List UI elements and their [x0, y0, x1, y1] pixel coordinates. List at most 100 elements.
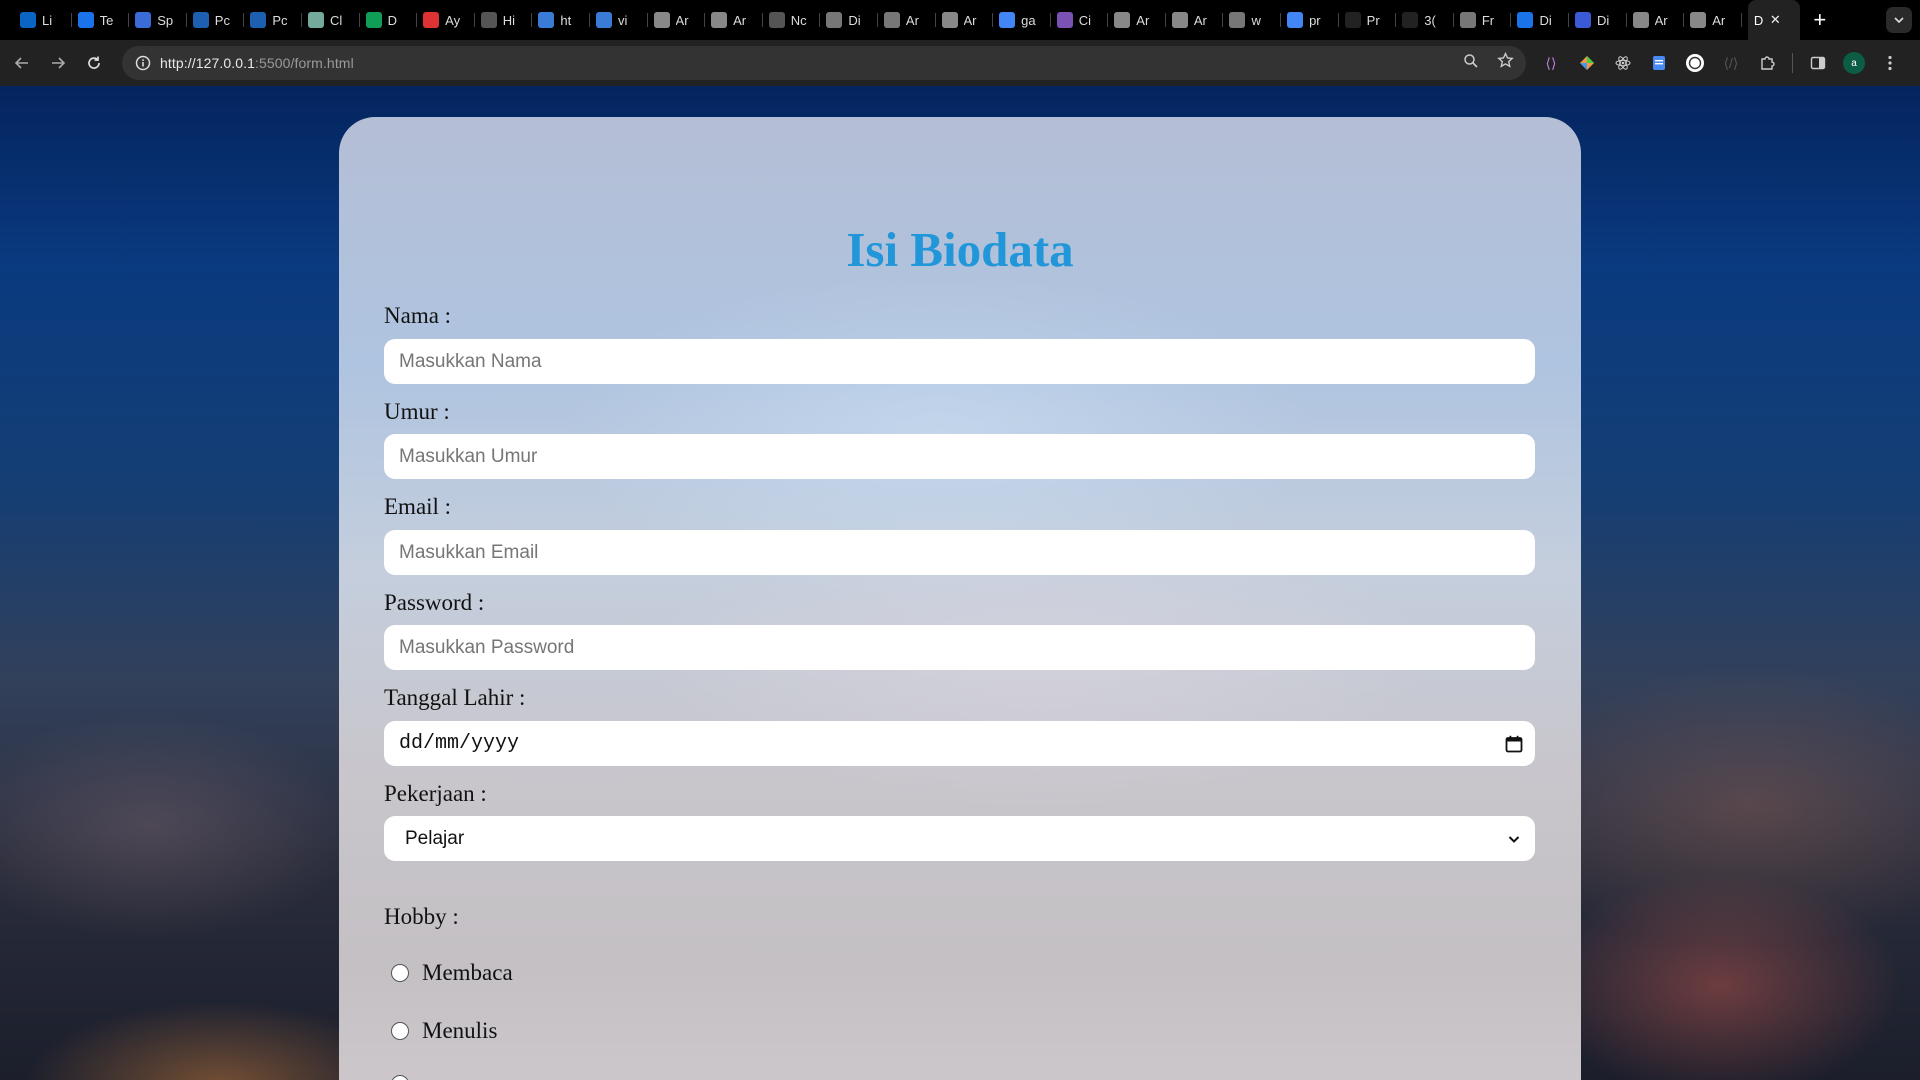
- tab-label: Ar: [905, 12, 919, 28]
- bookmark-star-icon[interactable]: [1497, 51, 1514, 74]
- tab-5[interactable]: Cl: [302, 0, 360, 40]
- st-icon: [1402, 12, 1419, 28]
- tab-2[interactable]: Sp: [129, 0, 187, 40]
- menu-kebab-icon[interactable]: [1879, 52, 1901, 74]
- reload-icon: [88, 56, 100, 69]
- email-label: Email :: [384, 494, 452, 519]
- tab-label: 3(: [1424, 12, 1436, 28]
- tab-21[interactable]: w: [1223, 0, 1281, 40]
- tab-18[interactable]: Ci: [1051, 0, 1109, 40]
- tab-label: Fr: [1481, 12, 1495, 28]
- wave-icon: [1632, 12, 1649, 28]
- tab-label: ht: [560, 12, 572, 28]
- password-input[interactable]: [384, 625, 1535, 670]
- tab-7[interactable]: Ay: [417, 0, 475, 40]
- tab-29[interactable]: Ar: [1684, 0, 1742, 40]
- tab-22[interactable]: pr: [1281, 0, 1339, 40]
- chatgpt-icon: [307, 12, 324, 28]
- calendar-icon[interactable]: [1505, 735, 1523, 753]
- extension-colorpicker-icon[interactable]: [1576, 52, 1598, 74]
- tab-label: Pc: [272, 12, 288, 28]
- tab-28[interactable]: Ar: [1627, 0, 1685, 40]
- password-label: Password :: [384, 590, 485, 615]
- page-viewport: Isi Biodata Nama : Umur : Email : Passwo…: [0, 86, 1920, 1080]
- extension-brackets-icon[interactable]: ⟨⟩: [1540, 52, 1562, 74]
- tab-label: Ar: [1136, 12, 1150, 28]
- reload-button[interactable]: [76, 45, 112, 81]
- tab-10[interactable]: vi: [590, 0, 648, 40]
- side-panel-icon[interactable]: [1807, 52, 1829, 74]
- tab-25[interactable]: Fr: [1454, 0, 1512, 40]
- tab-label: Pr: [1366, 12, 1380, 28]
- hobby-option-label: Membaca: [422, 960, 513, 985]
- tab-label: Sp: [157, 12, 174, 28]
- tab-label: Cl: [329, 12, 343, 28]
- tab-3[interactable]: Pc: [187, 0, 245, 40]
- tab-label: Di: [1597, 12, 1610, 28]
- c-logo-icon: [1517, 12, 1534, 28]
- tab-24[interactable]: 3(: [1396, 0, 1454, 40]
- tab-19[interactable]: Ar: [1108, 0, 1166, 40]
- tab-17[interactable]: ga: [993, 0, 1051, 40]
- extension-react-icon[interactable]: [1612, 52, 1634, 74]
- radio-button[interactable]: [391, 1022, 409, 1040]
- tab-26[interactable]: Di: [1511, 0, 1569, 40]
- tab-label: vi: [617, 12, 628, 28]
- umur-input[interactable]: [384, 434, 1535, 479]
- hobby-label: Hobby :: [384, 904, 459, 929]
- tab-6[interactable]: D: [360, 0, 418, 40]
- new-tab-button[interactable]: +: [1800, 0, 1840, 40]
- puzzle-icon[interactable]: [1756, 52, 1778, 74]
- zoom-icon[interactable]: [1463, 53, 1479, 74]
- close-tab-icon[interactable]: ✕: [1770, 12, 1781, 28]
- hobby-option-next[interactable]: [391, 1075, 409, 1080]
- tab-14[interactable]: Di: [820, 0, 878, 40]
- pekerjaan-select[interactable]: Pelajar: [384, 816, 1535, 861]
- tab-label: Li: [42, 12, 53, 28]
- tab-search-button[interactable]: [1886, 7, 1912, 33]
- google-icon: [1287, 12, 1304, 28]
- wave-icon: [1114, 12, 1131, 28]
- tab-16[interactable]: Ar: [936, 0, 994, 40]
- tab-1[interactable]: Te: [72, 0, 130, 40]
- radio-button[interactable]: [391, 964, 409, 982]
- tab-11[interactable]: Ar: [648, 0, 706, 40]
- profile-avatar[interactable]: a: [1843, 52, 1865, 74]
- globe-icon: [1459, 12, 1476, 28]
- tab-27[interactable]: Di: [1569, 0, 1627, 40]
- radio-button[interactable]: [391, 1075, 409, 1080]
- hobby-option-menulis[interactable]: Menulis: [391, 1018, 497, 1044]
- tab-label: Nc: [790, 12, 807, 28]
- hobby-option-membaca[interactable]: Membaca: [391, 960, 513, 986]
- tab-13[interactable]: Nc: [763, 0, 821, 40]
- tab-4[interactable]: Pc: [244, 0, 302, 40]
- extension-docs-icon[interactable]: [1648, 52, 1670, 74]
- tab-0[interactable]: Li: [14, 0, 72, 40]
- email-input[interactable]: [384, 530, 1535, 575]
- tab-12[interactable]: Ar: [705, 0, 763, 40]
- address-bar[interactable]: http://127.0.0.1:5500/form.html: [122, 46, 1526, 80]
- forward-button[interactable]: [40, 45, 76, 81]
- tab-9[interactable]: ht: [532, 0, 590, 40]
- pekerjaan-label: Pekerjaan :: [384, 781, 487, 806]
- site-info-icon[interactable]: [126, 55, 160, 71]
- tab-active[interactable]: D ✕: [1747, 0, 1800, 40]
- arrow-left-icon: [14, 57, 28, 69]
- globe-icon: [826, 12, 843, 28]
- chevron-down-icon: [1507, 832, 1521, 846]
- tanggal-lahir-label: Tanggal Lahir :: [384, 685, 526, 710]
- nama-input[interactable]: [384, 339, 1535, 384]
- extension-code-icon[interactable]: ⟨/⟩: [1720, 52, 1742, 74]
- page-icon: [480, 12, 497, 28]
- tab-20[interactable]: Ar: [1166, 0, 1224, 40]
- extension-circle-icon[interactable]: [1684, 52, 1706, 74]
- wave-icon: [653, 12, 670, 28]
- tab-15[interactable]: Ar: [878, 0, 936, 40]
- umur-label: Umur :: [384, 399, 450, 424]
- linkedin-icon: [20, 12, 36, 28]
- back-button[interactable]: [4, 45, 40, 81]
- tanggal-lahir-input[interactable]: dd/mm/yyyy: [384, 721, 1535, 766]
- tab-label: Di: [1539, 12, 1552, 28]
- tab-8[interactable]: Hi: [475, 0, 533, 40]
- tab-23[interactable]: Pr: [1339, 0, 1397, 40]
